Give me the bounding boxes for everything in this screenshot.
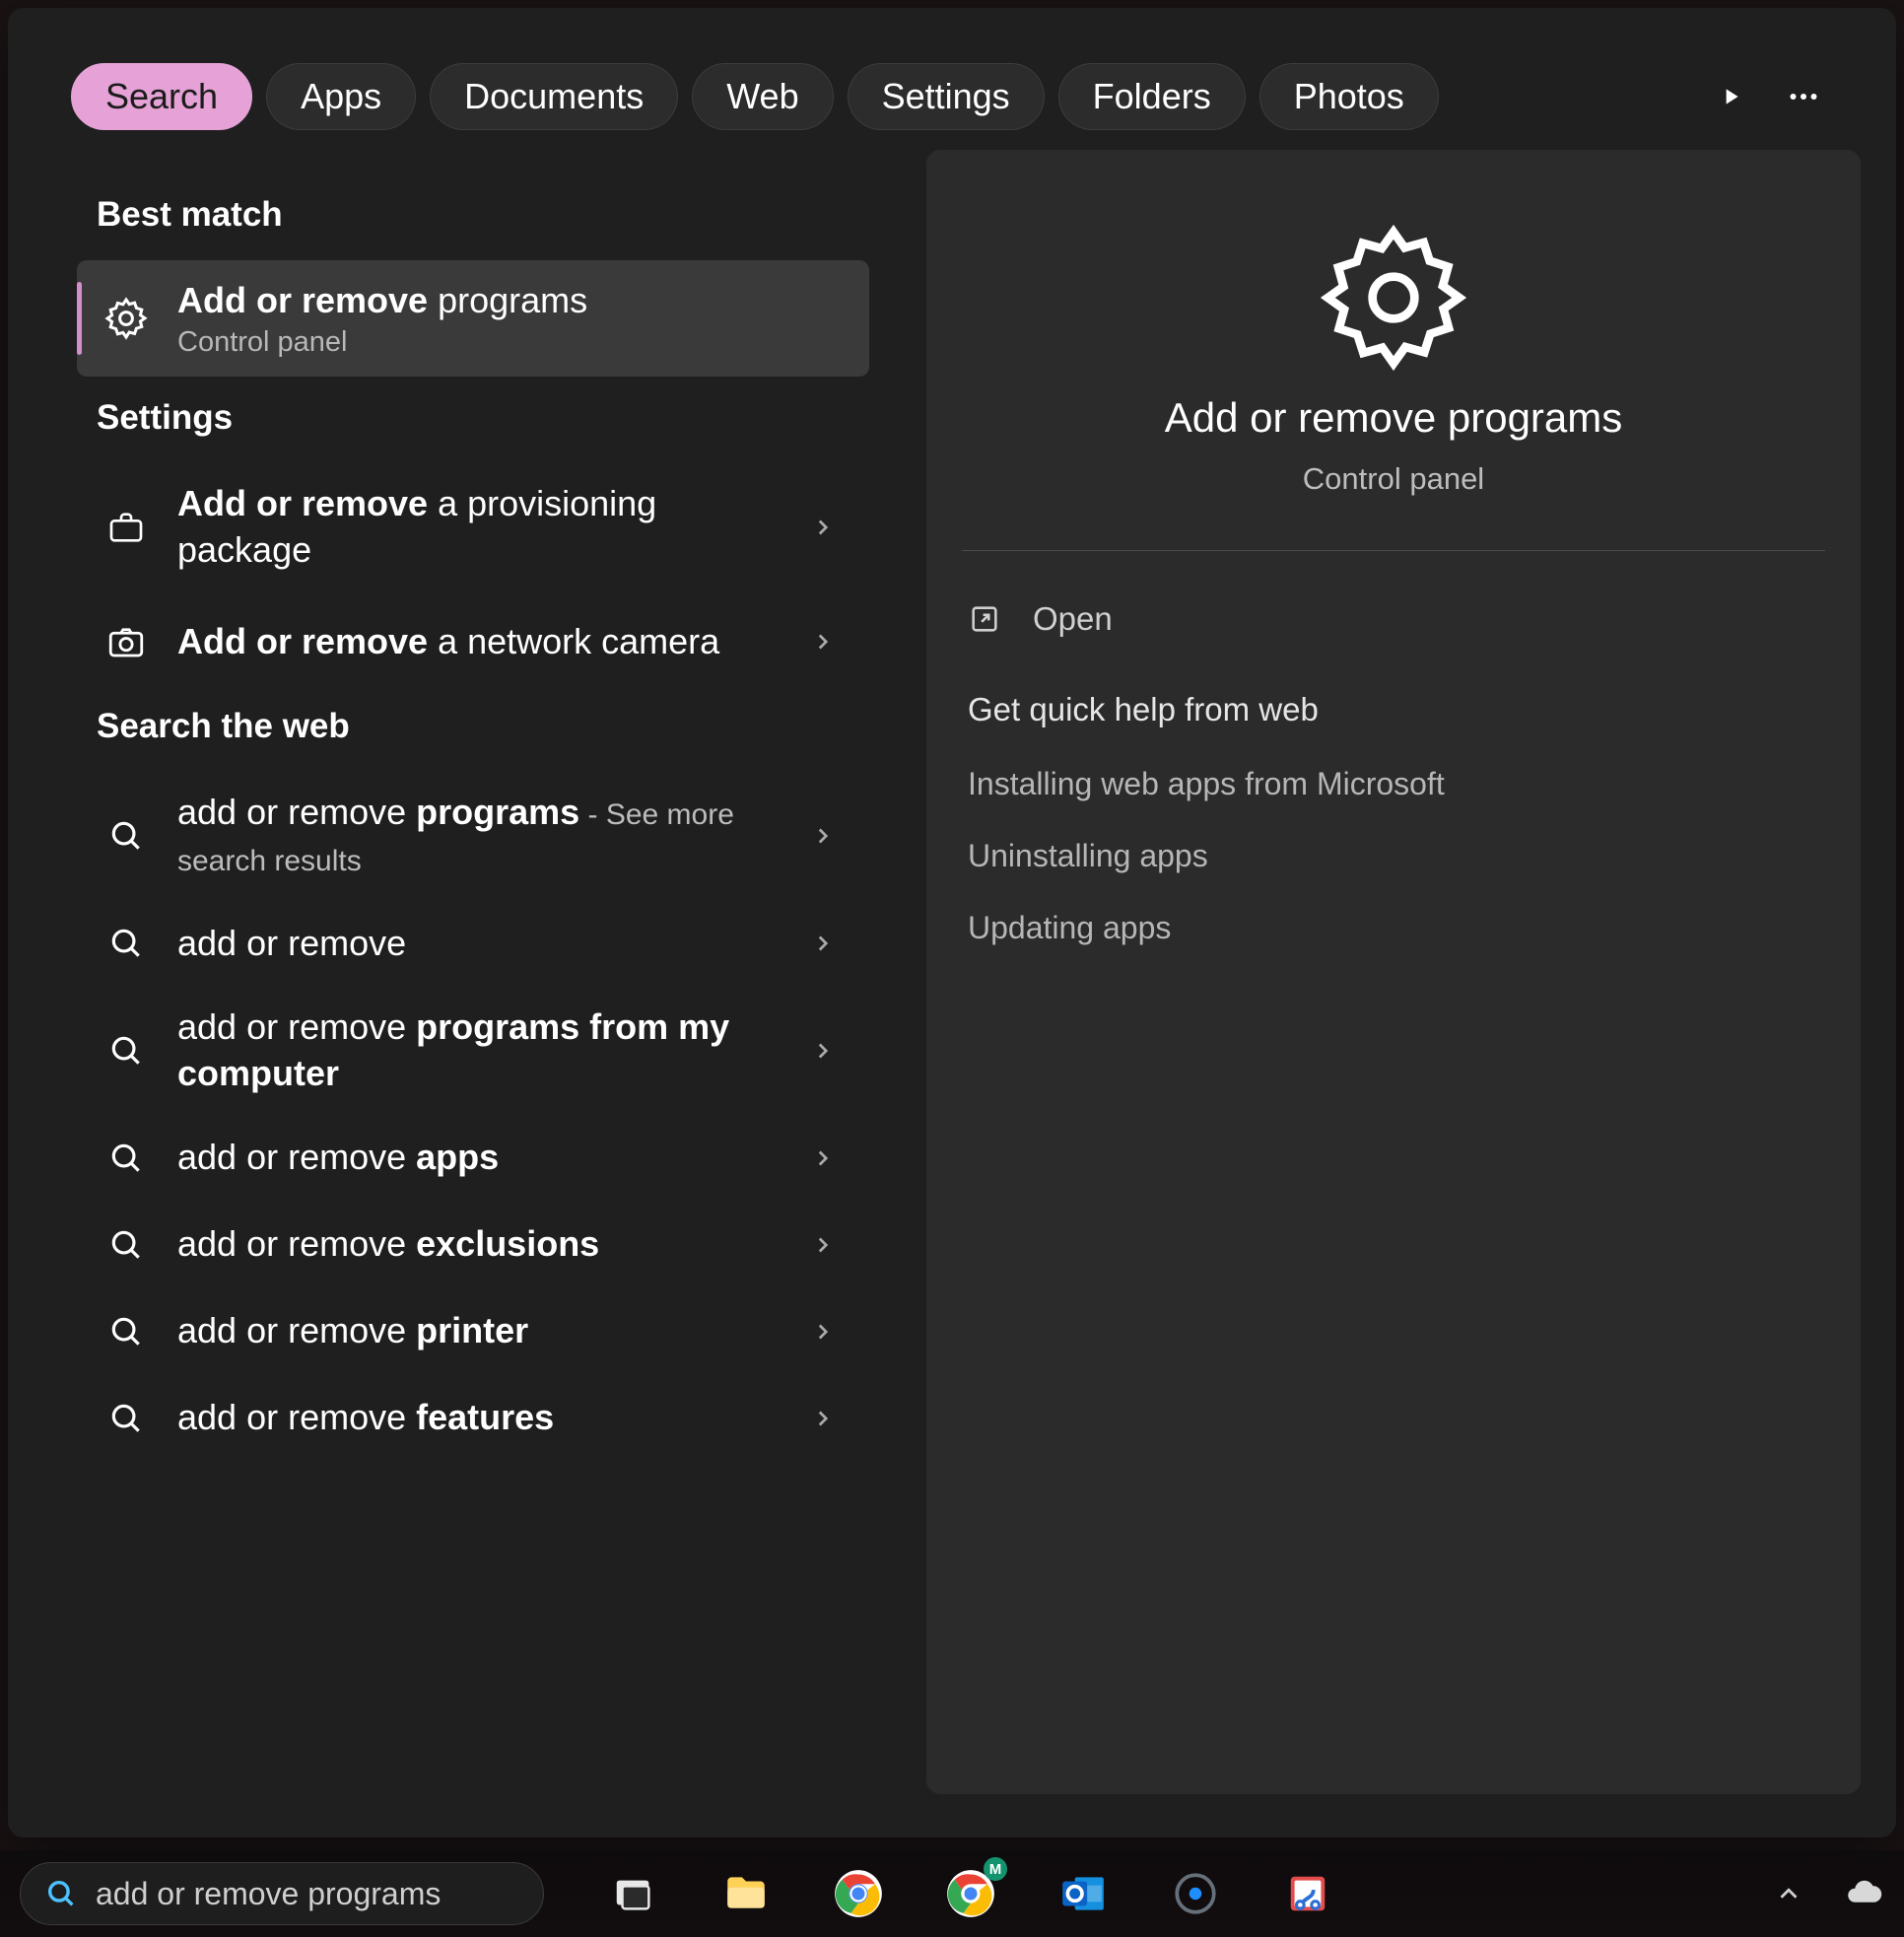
taskbar-search-box[interactable] [20, 1862, 544, 1925]
briefcase-icon [101, 502, 152, 553]
section-title-settings: Settings [43, 384, 903, 455]
help-link-uninstall[interactable]: Uninstalling apps [962, 820, 1825, 892]
help-link-install[interactable]: Installing web apps from Microsoft [962, 748, 1825, 820]
gear-icon [101, 293, 152, 344]
best-match-result[interactable]: Add or remove programs Control panel [77, 260, 869, 377]
result-label: add or remove printer [177, 1308, 784, 1354]
search-icon [101, 918, 152, 969]
search-icon [101, 1306, 152, 1357]
help-link-update[interactable]: Updating apps [962, 892, 1825, 964]
chevron-right-icon [810, 1038, 850, 1064]
file-explorer-button[interactable] [715, 1863, 777, 1924]
result-label: add or remove [177, 921, 784, 967]
result-label: add or remove programs - See more search… [177, 790, 784, 882]
web-result[interactable]: add or remove programs - See more search… [77, 772, 869, 900]
more-options-icon[interactable] [1774, 67, 1833, 126]
profile-badge-icon: M [984, 1857, 1007, 1881]
tab-folders[interactable]: Folders [1058, 63, 1246, 130]
result-label: add or remove apps [177, 1135, 784, 1181]
preview-title: Add or remove programs [1165, 394, 1623, 442]
preview-pane: Add or remove programs Control panel Ope… [926, 150, 1861, 1794]
chrome-profile-button[interactable]: M [940, 1863, 1001, 1924]
best-match-subtitle: Control panel [177, 326, 850, 359]
web-result[interactable]: add or remove [77, 900, 869, 987]
web-result[interactable]: add or remove exclusions [77, 1202, 869, 1288]
quick-help-title: Get quick help from web [962, 656, 1825, 748]
chevron-right-icon [810, 1145, 850, 1171]
open-label: Open [1033, 600, 1113, 638]
play-icon[interactable] [1701, 67, 1760, 126]
chevron-right-icon [810, 629, 850, 655]
search-icon [101, 1025, 152, 1076]
settings-result-provisioning[interactable]: Add or remove a provisioning package [77, 463, 869, 591]
section-title-best-match: Best match [43, 181, 903, 252]
tab-settings[interactable]: Settings [848, 63, 1045, 130]
preview-subtitle: Control panel [1303, 461, 1484, 497]
onedrive-icon[interactable] [1843, 1873, 1884, 1914]
open-action[interactable]: Open [962, 583, 1825, 656]
settings-button[interactable] [1165, 1863, 1226, 1924]
best-match-title: Add or remove programs [177, 278, 850, 324]
web-result[interactable]: add or remove programs from my computer [77, 987, 869, 1115]
open-external-icon [968, 602, 1001, 636]
chrome-button[interactable] [828, 1863, 889, 1924]
results-column: Best match Add or remove programs Contro… [43, 150, 903, 1794]
chevron-right-icon [810, 1319, 850, 1345]
outlook-button[interactable] [1053, 1863, 1114, 1924]
search-icon [101, 1393, 152, 1444]
snipping-tool-button[interactable] [1277, 1863, 1338, 1924]
chevron-right-icon [810, 823, 850, 849]
camera-icon [101, 616, 152, 667]
search-icon [101, 1219, 152, 1271]
taskbar: M [0, 1850, 1904, 1937]
result-label: Add or remove a provisioning package [177, 481, 784, 574]
taskbar-pinned-apps: M [603, 1863, 1338, 1924]
section-title-web: Search the web [43, 693, 903, 764]
divider [962, 550, 1825, 551]
tab-photos[interactable]: Photos [1259, 63, 1439, 130]
web-result[interactable]: add or remove printer [77, 1288, 869, 1375]
system-tray [1774, 1873, 1884, 1914]
chevron-right-icon [810, 515, 850, 540]
result-label: add or remove features [177, 1395, 784, 1441]
search-icon [101, 810, 152, 862]
gear-icon [1315, 219, 1472, 377]
windows-search-panel: Search Apps Documents Web Settings Folde… [8, 8, 1896, 1837]
chevron-right-icon [810, 1232, 850, 1258]
tab-search[interactable]: Search [71, 63, 252, 130]
chevron-right-icon [810, 931, 850, 956]
result-label: add or remove programs from my computer [177, 1004, 784, 1097]
task-view-button[interactable] [603, 1863, 664, 1924]
tab-documents[interactable]: Documents [430, 63, 678, 130]
web-result[interactable]: add or remove features [77, 1375, 869, 1462]
search-icon [101, 1133, 152, 1184]
taskbar-search-input[interactable] [96, 1876, 519, 1912]
tray-expand-icon[interactable] [1774, 1879, 1803, 1908]
search-icon [44, 1877, 78, 1910]
search-scope-tabs: Search Apps Documents Web Settings Folde… [8, 8, 1896, 150]
result-label: Add or remove a network camera [177, 619, 784, 665]
tab-web[interactable]: Web [692, 63, 833, 130]
tab-apps[interactable]: Apps [266, 63, 416, 130]
web-result[interactable]: add or remove apps [77, 1115, 869, 1202]
result-label: add or remove exclusions [177, 1221, 784, 1268]
chevron-right-icon [810, 1406, 850, 1431]
settings-result-camera[interactable]: Add or remove a network camera [77, 598, 869, 685]
